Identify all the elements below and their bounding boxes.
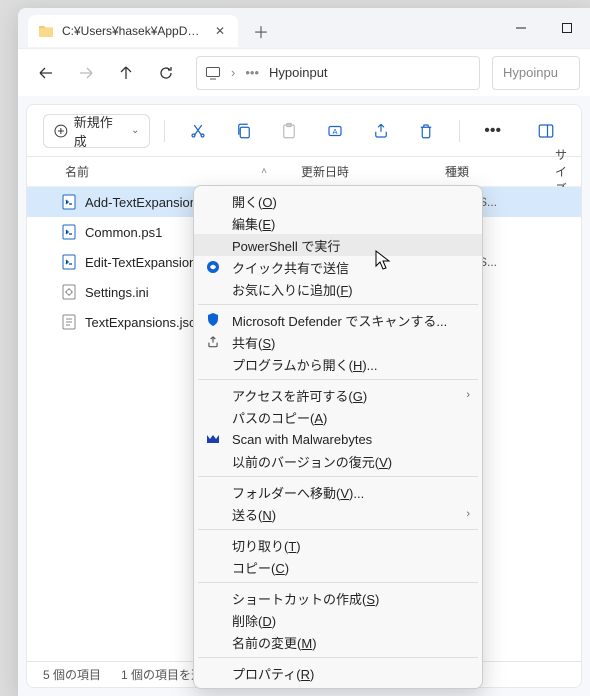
- ctx-grant-access[interactable]: アクセスを許可する(G)›: [194, 384, 482, 406]
- search-box[interactable]: Hypoinpu: [492, 56, 580, 90]
- close-tab-icon[interactable]: ✕: [212, 24, 228, 38]
- separator: [198, 379, 478, 380]
- up-button[interactable]: [108, 55, 144, 91]
- cut-button[interactable]: [179, 114, 217, 148]
- ctx-share[interactable]: 共有(S): [194, 331, 482, 353]
- ctx-move-to-folder[interactable]: フォルダーへ移動(V)...: [194, 481, 482, 503]
- paste-button[interactable]: [271, 114, 309, 148]
- ctx-defender-scan[interactable]: Microsoft Defender でスキャンする...: [194, 309, 482, 331]
- ctx-properties[interactable]: プロパティ(R): [194, 662, 482, 684]
- new-tab-button[interactable]: ＋: [244, 15, 278, 47]
- divider: [164, 120, 165, 142]
- ps1-file-icon: [61, 194, 77, 210]
- title-bar: C:¥Users¥hasek¥AppData¥Roa ✕ ＋: [18, 8, 590, 48]
- header-type[interactable]: 種類: [433, 163, 543, 180]
- json-file-icon: [61, 314, 77, 330]
- ps1-file-icon: [61, 254, 77, 270]
- malwarebytes-icon: [204, 430, 222, 448]
- ctx-create-shortcut[interactable]: ショートカットの作成(S): [194, 587, 482, 609]
- ctx-quick-share[interactable]: クイック共有で送信: [194, 256, 482, 278]
- ctx-rename[interactable]: 名前の変更(M): [194, 631, 482, 653]
- header-name[interactable]: 名前˄: [27, 163, 289, 180]
- separator: [198, 304, 478, 305]
- back-button[interactable]: [28, 55, 64, 91]
- item-count: 5 個の項目: [43, 666, 101, 683]
- ps1-file-icon: [61, 224, 77, 240]
- ctx-send-to[interactable]: 送る(N)›: [194, 503, 482, 525]
- more-button[interactable]: •••: [474, 114, 512, 148]
- window-controls: [498, 8, 590, 48]
- rename-button[interactable]: A: [316, 114, 354, 148]
- details-pane-button[interactable]: [527, 114, 565, 148]
- divider: [459, 120, 460, 142]
- toolbar: 新規作成 ⌄ A •••: [27, 105, 581, 157]
- tab-active[interactable]: C:¥Users¥hasek¥AppData¥Roa ✕: [28, 15, 238, 47]
- chevron-down-icon: ⌄: [131, 125, 139, 136]
- ctx-delete[interactable]: 削除(D): [194, 609, 482, 631]
- chevron-right-icon: ›: [466, 389, 470, 401]
- address-segment[interactable]: Hypoinput: [269, 65, 328, 80]
- delete-button[interactable]: [407, 114, 445, 148]
- navigation-bar: › ••• Hypoinput Hypoinpu: [18, 48, 590, 96]
- share-button[interactable]: [362, 114, 400, 148]
- context-menu: 開く(O) 編集(E) PowerShell で実行 クイック共有で送信 お気に…: [193, 185, 483, 689]
- address-bar[interactable]: › ••• Hypoinput: [196, 56, 480, 90]
- ctx-copy[interactable]: コピー(C): [194, 556, 482, 578]
- separator: [198, 529, 478, 530]
- ctx-open-with[interactable]: プログラムから開く(H)...: [194, 353, 482, 375]
- quick-share-icon: [204, 258, 222, 276]
- maximize-button[interactable]: [544, 8, 590, 48]
- ellipsis-icon[interactable]: •••: [245, 65, 259, 80]
- ctx-cut[interactable]: 切り取り(T): [194, 534, 482, 556]
- minimize-button[interactable]: [498, 8, 544, 48]
- header-date[interactable]: 更新日時: [289, 163, 433, 180]
- ctx-restore-version[interactable]: 以前のバージョンの復元(V): [194, 450, 482, 472]
- ctx-scan-malwarebytes[interactable]: Scan with Malwarebytes: [194, 428, 482, 450]
- ctx-edit[interactable]: 編集(E): [194, 212, 482, 234]
- plus-circle-icon: [54, 124, 68, 138]
- ctx-add-favorite[interactable]: お気に入りに追加(F): [194, 278, 482, 300]
- svg-text:A: A: [332, 127, 337, 136]
- sort-indicator-icon: ˄: [261, 166, 267, 177]
- copy-button[interactable]: [225, 114, 263, 148]
- shield-icon: [204, 311, 222, 329]
- separator: [198, 476, 478, 477]
- ctx-open[interactable]: 開く(O): [194, 190, 482, 212]
- folder-icon: [38, 23, 54, 39]
- monitor-icon: [205, 65, 221, 81]
- tab-title: C:¥Users¥hasek¥AppData¥Roa: [62, 24, 204, 38]
- new-button[interactable]: 新規作成 ⌄: [43, 114, 150, 148]
- forward-button[interactable]: [68, 55, 104, 91]
- refresh-button[interactable]: [148, 55, 184, 91]
- column-headers: 名前˄ 更新日時 種類 サイズ: [27, 157, 581, 187]
- chevron-right-icon: ›: [231, 65, 235, 80]
- ini-file-icon: [61, 284, 77, 300]
- separator: [198, 657, 478, 658]
- share-icon: [204, 333, 222, 351]
- chevron-right-icon: ›: [466, 508, 470, 520]
- ctx-copy-path[interactable]: パスのコピー(A): [194, 406, 482, 428]
- ctx-run-powershell[interactable]: PowerShell で実行: [194, 234, 482, 256]
- separator: [198, 582, 478, 583]
